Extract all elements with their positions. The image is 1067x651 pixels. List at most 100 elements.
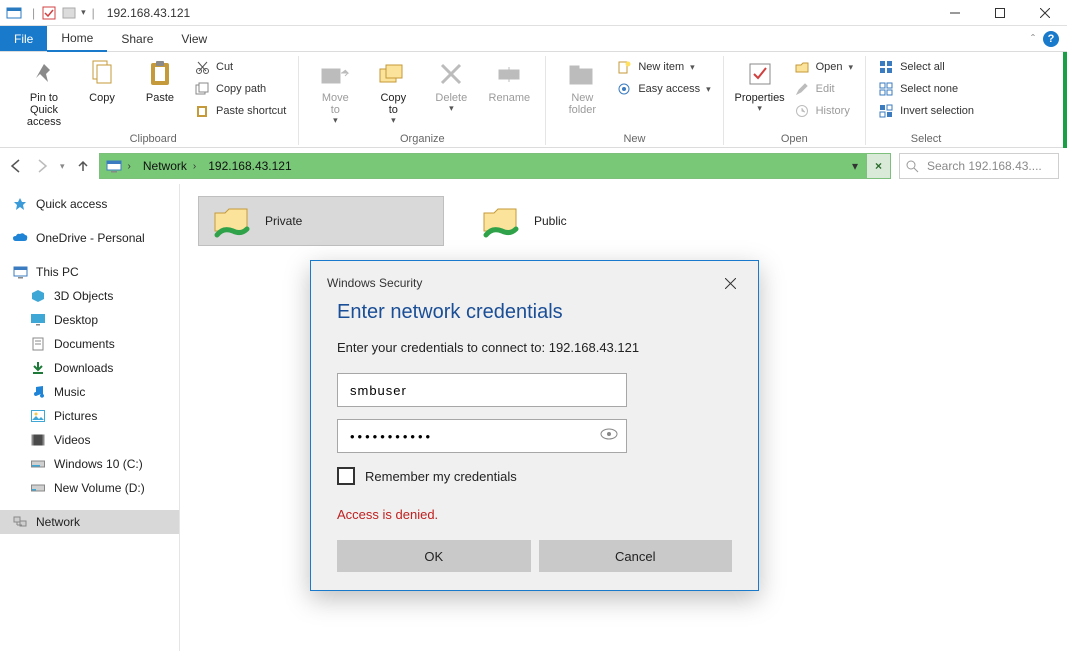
ribbon: Pin to Quick access Copy Paste Cut Copy … [0,52,1067,148]
chevron-down-icon: ▾ [391,116,396,125]
cancel-button[interactable]: Cancel [539,540,733,572]
search-input[interactable] [925,158,1067,174]
delete-button[interactable]: Delete ▾ [423,56,479,115]
select-none-button[interactable]: Select none [874,78,978,100]
share-private[interactable]: Private [198,196,444,246]
credentials-dialog: Windows Security Enter network credentia… [310,260,759,591]
sidebar: Quick access OneDrive - Personal This PC… [0,184,180,651]
ok-button[interactable]: OK [337,540,531,572]
up-button[interactable] [75,158,91,174]
tab-view[interactable]: View [167,26,221,51]
ribbon-group-select: Select all Select none Invert selection … [866,56,986,145]
invert-selection-button[interactable]: Invert selection [874,100,978,122]
reveal-password-icon[interactable] [600,427,618,441]
group-label-open: Open [781,131,808,145]
address-dropdown[interactable]: ▾ [846,154,864,178]
cube-icon [30,288,46,304]
help-icon[interactable]: ? [1043,31,1059,47]
address-refresh[interactable]: × [866,154,890,178]
paste-icon [144,58,176,90]
copy-button[interactable]: Copy [74,56,130,106]
search-box[interactable] [899,153,1059,179]
copy-icon [86,58,118,90]
qat-dropdown-icon[interactable] [61,5,77,21]
history-button[interactable]: History [790,100,857,122]
sidebar-item-videos[interactable]: Videos [0,428,179,452]
address-bar[interactable]: › Network› 192.168.43.121 ▾ × [99,153,891,179]
chevron-down-icon: ▾ [706,85,711,94]
tab-file[interactable]: File [0,26,47,51]
sidebar-network[interactable]: Network [0,510,179,534]
copy-path-button[interactable]: Copy path [190,78,290,100]
dialog-message: Enter your credentials to connect to: 19… [337,340,732,355]
sidebar-item-3d-objects[interactable]: 3D Objects [0,284,179,308]
copy-path-icon [194,81,210,97]
address-pc-icon[interactable]: › [100,154,137,178]
collapse-ribbon-icon[interactable]: ˆ [1031,32,1035,46]
share-name: Private [265,214,302,228]
maximize-button[interactable] [977,0,1022,26]
move-to-button[interactable]: Move to ▾ [307,56,363,127]
pc-icon [12,264,28,280]
ribbon-group-open: Properties ▾ Open ▾ Edit History Op [724,56,866,145]
chevron-down-icon: ▾ [849,63,854,72]
sidebar-item-desktop[interactable]: Desktop [0,308,179,332]
password-input[interactable] [348,428,616,445]
cloud-icon [12,230,28,246]
cut-button[interactable]: Cut [190,56,290,78]
pin-button[interactable]: Pin to Quick access [16,56,72,130]
address-seg-host[interactable]: 192.168.43.121 [202,154,297,178]
titlebar-sep: | [32,6,35,20]
new-item-button[interactable]: New item ▾ [612,56,714,78]
picture-icon [30,408,46,424]
group-label-organize: Organize [400,131,445,145]
share-public[interactable]: Public [468,196,714,246]
group-label-new: New [623,131,645,145]
invert-selection-icon [878,103,894,119]
copy-to-button[interactable]: Copy to ▾ [365,56,421,127]
drive-icon [30,480,46,496]
titlebar-sep2: | [92,6,95,20]
properties-button[interactable]: Properties ▾ [732,56,788,115]
download-icon [30,360,46,376]
sidebar-item-documents[interactable]: Documents [0,332,179,356]
paste-shortcut-icon [194,103,210,119]
edit-button[interactable]: Edit [790,78,857,100]
recent-locations-icon[interactable]: ▾ [60,162,65,171]
qat-chevron-icon[interactable]: ▾ [81,8,86,17]
scissors-icon [194,59,210,75]
rename-icon [493,58,525,90]
sidebar-item-pictures[interactable]: Pictures [0,404,179,428]
open-button[interactable]: Open ▾ [790,56,857,78]
ribbon-group-clipboard: Pin to Quick access Copy Paste Cut Copy … [8,56,299,145]
forward-button[interactable] [34,158,50,174]
sidebar-item-c-drive[interactable]: Windows 10 (C:) [0,452,179,476]
paste-shortcut-button[interactable]: Paste shortcut [190,100,290,122]
minimize-button[interactable] [932,0,977,26]
sidebar-this-pc[interactable]: This PC [0,260,179,284]
sidebar-onedrive[interactable]: OneDrive - Personal [0,226,179,250]
sidebar-item-music[interactable]: Music [0,380,179,404]
address-seg-network[interactable]: Network› [137,154,202,178]
select-all-button[interactable]: Select all [874,56,978,78]
tab-home[interactable]: Home [47,26,107,52]
check-icon[interactable] [41,5,57,21]
group-label-clipboard: Clipboard [130,131,177,145]
new-folder-button[interactable]: New folder [554,56,610,118]
tab-share[interactable]: Share [107,26,167,51]
rename-button[interactable]: Rename [481,56,537,106]
chevron-down-icon: ▾ [449,104,454,113]
sidebar-item-d-drive[interactable]: New Volume (D:) [0,476,179,500]
new-folder-icon [566,58,598,90]
easy-access-button[interactable]: Easy access ▾ [612,78,714,100]
sidebar-item-downloads[interactable]: Downloads [0,356,179,380]
dialog-close-button[interactable] [716,271,744,295]
remember-checkbox[interactable] [337,467,355,485]
open-folder-icon [794,59,810,75]
sidebar-quick-access[interactable]: Quick access [0,192,179,216]
username-input[interactable] [348,382,616,399]
close-button[interactable] [1022,0,1067,26]
new-item-icon [616,59,632,75]
back-button[interactable] [8,158,24,174]
paste-button[interactable]: Paste [132,56,188,106]
